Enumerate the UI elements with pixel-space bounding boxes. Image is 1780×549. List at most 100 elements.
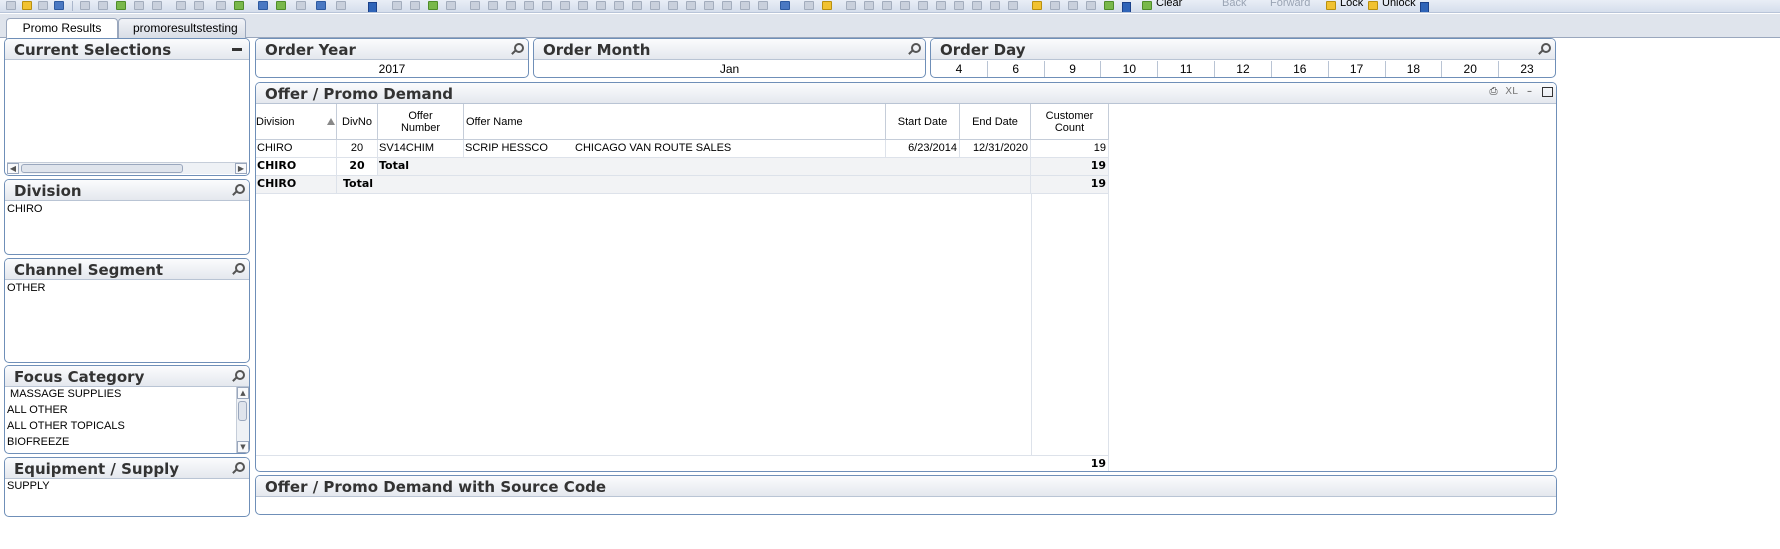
object-icon[interactable] bbox=[740, 1, 750, 10]
lock-button[interactable]: Lock bbox=[1340, 0, 1363, 9]
align-icon[interactable] bbox=[864, 1, 874, 10]
minimize-icon[interactable] bbox=[232, 48, 242, 51]
toolbar-dropdown-2[interactable] bbox=[1122, 2, 1131, 12]
object-icon[interactable] bbox=[560, 1, 570, 10]
day-cell[interactable]: 16 bbox=[1272, 61, 1329, 77]
bar-chart-icon[interactable] bbox=[780, 1, 790, 10]
unlock-icon[interactable] bbox=[1368, 1, 1378, 10]
scroll-left-icon[interactable]: ◀ bbox=[7, 163, 19, 174]
reload-icon[interactable] bbox=[38, 1, 48, 10]
object-icon[interactable] bbox=[578, 1, 588, 10]
object-icon[interactable] bbox=[524, 1, 534, 10]
list-item[interactable]: BIOFREEZE bbox=[7, 436, 69, 448]
forward-button[interactable]: Forward bbox=[1270, 0, 1310, 9]
clear-button[interactable]: Clear bbox=[1156, 0, 1182, 9]
align-icon[interactable] bbox=[1008, 1, 1018, 10]
align-icon[interactable] bbox=[954, 1, 964, 10]
day-cell[interactable]: 12 bbox=[1215, 61, 1272, 77]
print-icon[interactable] bbox=[80, 1, 90, 10]
object-icon[interactable] bbox=[650, 1, 660, 10]
clear-icon[interactable] bbox=[1142, 1, 1152, 10]
object-icon[interactable] bbox=[1068, 1, 1078, 10]
search-icon[interactable] bbox=[230, 461, 245, 475]
list-item[interactable]: OTHER bbox=[7, 282, 46, 294]
search-icon[interactable] bbox=[230, 262, 245, 276]
search-icon[interactable] bbox=[230, 369, 245, 383]
object-icon[interactable] bbox=[1050, 1, 1060, 10]
search-icon[interactable] bbox=[1536, 42, 1551, 56]
open-icon[interactable] bbox=[22, 1, 32, 10]
search-icon[interactable] bbox=[906, 42, 921, 56]
search-icon[interactable] bbox=[230, 183, 245, 197]
unlock-button[interactable]: Unlock bbox=[1382, 0, 1416, 9]
align-icon[interactable] bbox=[882, 1, 892, 10]
scroll-down-icon[interactable]: ▼ bbox=[237, 441, 249, 453]
sort-ascending-icon[interactable] bbox=[327, 118, 335, 125]
object-icon[interactable] bbox=[488, 1, 498, 10]
save-icon[interactable] bbox=[54, 1, 64, 10]
object-icon[interactable] bbox=[446, 1, 456, 10]
object-icon[interactable] bbox=[704, 1, 714, 10]
col-header-offer-name[interactable]: Offer Name bbox=[464, 104, 886, 139]
horizontal-scrollbar[interactable]: ◀ ▶ bbox=[7, 162, 247, 174]
order-month-value[interactable]: Jan bbox=[534, 61, 925, 77]
object-icon[interactable] bbox=[1104, 1, 1114, 10]
list-item[interactable]: MASSAGE SUPPLIES bbox=[7, 388, 121, 400]
tab-promo-results[interactable]: Promo Results bbox=[6, 18, 118, 39]
col-header-division[interactable]: Division bbox=[256, 104, 337, 139]
object-icon[interactable] bbox=[428, 1, 438, 10]
lock-icon[interactable] bbox=[1326, 1, 1336, 10]
day-cell[interactable]: 6 bbox=[988, 61, 1045, 77]
list-item[interactable]: ALL OTHER TOPICALS bbox=[7, 420, 125, 432]
help-icon[interactable] bbox=[316, 1, 326, 10]
object-icon[interactable] bbox=[758, 1, 768, 10]
day-cell[interactable]: 23 bbox=[1499, 61, 1555, 77]
object-icon[interactable] bbox=[470, 1, 480, 10]
day-cell[interactable]: 18 bbox=[1386, 61, 1443, 77]
advanced-search-icon[interactable] bbox=[234, 1, 244, 10]
align-icon[interactable] bbox=[936, 1, 946, 10]
day-cell[interactable]: 9 bbox=[1045, 61, 1102, 77]
excel-export-button[interactable]: XL bbox=[1505, 86, 1518, 99]
order-year-value[interactable]: 2017 bbox=[256, 61, 528, 77]
minimize-icon[interactable]: – bbox=[1523, 86, 1536, 99]
col-header-start-date[interactable]: Start Date bbox=[886, 104, 960, 139]
object-icon[interactable] bbox=[392, 1, 402, 10]
object-icon[interactable] bbox=[668, 1, 678, 10]
day-cell[interactable]: 11 bbox=[1158, 61, 1216, 77]
edit-script-icon[interactable] bbox=[134, 1, 144, 10]
object-icon[interactable] bbox=[722, 1, 732, 10]
align-icon[interactable] bbox=[846, 1, 856, 10]
col-header-end-date[interactable]: End Date bbox=[960, 104, 1031, 139]
list-item[interactable]: SUPPLY bbox=[7, 480, 50, 492]
object-icon[interactable] bbox=[596, 1, 606, 10]
object-icon[interactable] bbox=[542, 1, 552, 10]
find-icon[interactable] bbox=[216, 1, 226, 10]
scroll-thumb[interactable] bbox=[21, 164, 183, 173]
col-header-customer-count[interactable]: Customer Count bbox=[1031, 104, 1109, 139]
list-item[interactable]: ALL OTHER bbox=[7, 404, 68, 416]
settings-icon[interactable] bbox=[336, 1, 346, 10]
day-cell[interactable]: 10 bbox=[1101, 61, 1159, 77]
chart-icon[interactable] bbox=[258, 1, 268, 10]
object-icon[interactable] bbox=[822, 1, 832, 10]
toolbar-dropdown-3[interactable] bbox=[1420, 2, 1429, 12]
tab-promoresultstesting[interactable]: promoresultstesting bbox=[118, 18, 246, 38]
new-icon[interactable] bbox=[6, 1, 16, 10]
vertical-scrollbar[interactable]: ▲ ▼ bbox=[236, 387, 249, 453]
search-icon[interactable] bbox=[509, 42, 524, 56]
col-header-offer-number[interactable]: Offer Number bbox=[378, 104, 464, 139]
align-icon[interactable] bbox=[918, 1, 928, 10]
object-icon[interactable] bbox=[804, 1, 814, 10]
scroll-thumb[interactable] bbox=[238, 401, 247, 421]
print-pdf-icon[interactable] bbox=[98, 1, 108, 10]
align-icon[interactable] bbox=[990, 1, 1000, 10]
object-icon[interactable] bbox=[506, 1, 516, 10]
object-icon[interactable] bbox=[1086, 1, 1096, 10]
object-icon[interactable] bbox=[410, 1, 420, 10]
object-icon[interactable] bbox=[686, 1, 696, 10]
toolbar-dropdown-1[interactable] bbox=[368, 2, 377, 12]
object-icon[interactable] bbox=[632, 1, 642, 10]
redo-icon[interactable] bbox=[194, 1, 204, 10]
list-item[interactable]: CHIRO bbox=[7, 203, 42, 215]
